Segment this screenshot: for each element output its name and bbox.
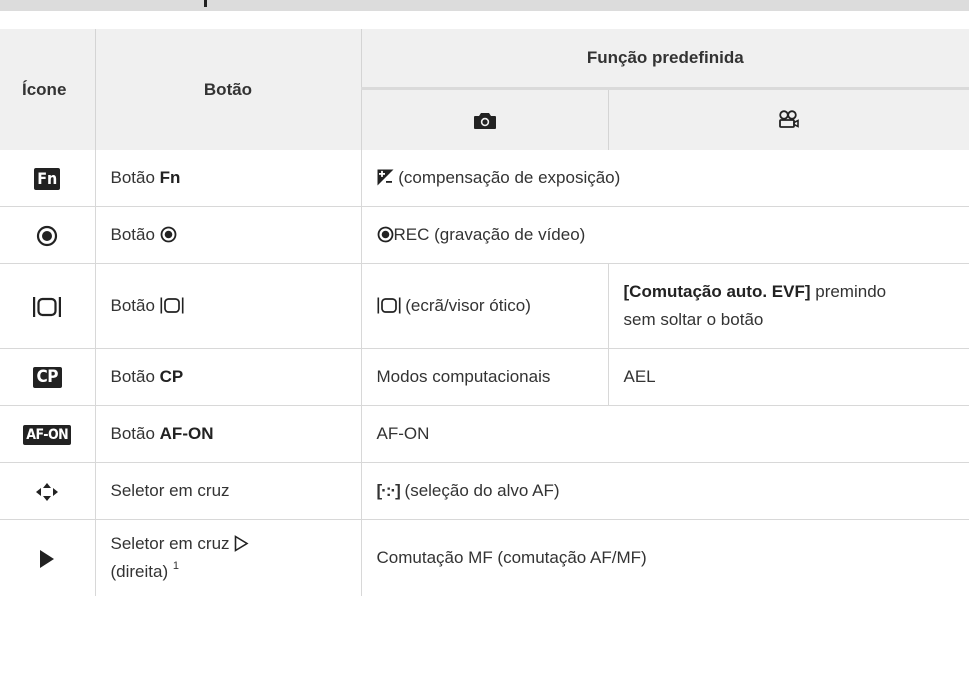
table-row: Botão (ecrã/visor ótico) [Comutação auto…: [0, 263, 969, 349]
record-icon: [0, 206, 95, 264]
table-row: Fn Botão Fn (compensação de exposição): [0, 150, 969, 207]
function-cell: Comutação MF (comutação AF/MF): [360, 519, 969, 596]
header-movie-mode: [607, 87, 969, 150]
fn-icon: Fn: [0, 150, 95, 207]
movie-function-cell: AEL: [607, 348, 969, 406]
function-cell: (compensação de exposição): [360, 150, 969, 207]
lv-icon: [160, 297, 184, 314]
top-separator-bar: [0, 0, 969, 11]
header-icon: Ícone: [0, 29, 95, 150]
af-target-icon: [·:·]: [376, 481, 401, 500]
movie-function-cell: [Comutação auto. EVF] premindo sem soltar…: [607, 263, 969, 349]
function-cell: REC (gravação de vídeo): [360, 206, 969, 264]
record-icon: [377, 226, 393, 243]
heading-fragment-mark: [204, 0, 207, 7]
function-cell: AF-ON: [360, 405, 969, 463]
af-on-icon: AF-ON: [0, 405, 95, 463]
footnote-marker: 1: [172, 560, 179, 572]
photo-function-cell: (ecrã/visor ótico): [360, 263, 608, 349]
button-cell: Botão AF-ON: [94, 405, 361, 463]
table-row: AF-ON Botão AF-ON AF-ON: [0, 405, 969, 463]
header-button: Botão: [94, 29, 362, 150]
movie-camera-icon: [778, 110, 799, 129]
button-cell: Botão Fn: [94, 150, 361, 207]
table-row: Seletor em cruz [·:·] (seleção do alvo A…: [0, 462, 969, 520]
lv-icon: [377, 297, 400, 314]
button-cell: Botão: [94, 206, 361, 264]
function-cell: [·:·] (seleção do alvo AF): [360, 462, 969, 520]
table-row: Seletor em cruz (direita) 1 Comutação MF…: [0, 519, 969, 596]
table-row: CP Botão CP Modos computacionais AEL: [0, 348, 969, 406]
button-function-table: Ícone Botão Função predefinida Fn Botão …: [0, 29, 969, 596]
lv-icon: [0, 263, 95, 349]
cross-selector-icon: [0, 462, 95, 520]
table-row: Botão REC (gravação de vídeo): [0, 206, 969, 264]
photo-function-cell: Modos computacionais: [360, 348, 608, 406]
camera-icon: [473, 112, 496, 129]
header-photo-mode: [361, 87, 609, 150]
button-cell: Botão CP: [94, 348, 361, 406]
cp-icon: CP: [0, 348, 95, 406]
button-cell: Seletor em cruz: [94, 462, 361, 520]
exposure-compensation-icon: [377, 169, 393, 186]
play-icon: [0, 519, 95, 596]
right-arrow-icon: [234, 535, 249, 552]
header-default-function: Função predefinida: [361, 29, 969, 89]
button-cell: Botão: [94, 263, 361, 349]
button-cell: Seletor em cruz (direita) 1: [94, 519, 361, 596]
record-icon: [160, 226, 177, 243]
